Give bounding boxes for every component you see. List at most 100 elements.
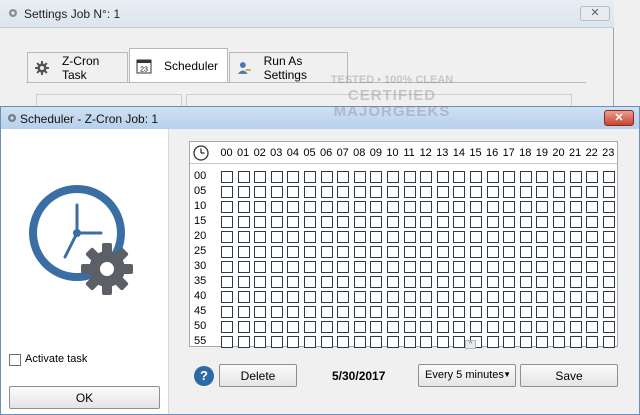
schedule-cell-19-10[interactable] — [536, 201, 549, 213]
schedule-cell-22-45[interactable] — [586, 306, 599, 318]
schedule-cell-23-05[interactable] — [602, 186, 615, 198]
schedule-cell-04-35[interactable] — [287, 276, 300, 288]
schedule-cell-23-00[interactable] — [602, 171, 615, 183]
schedule-cell-05-20[interactable] — [304, 231, 316, 243]
schedule-cell-04-45[interactable] — [287, 306, 300, 318]
schedule-cell-18-30[interactable] — [519, 261, 532, 273]
schedule-cell-03-00[interactable] — [270, 171, 283, 183]
schedule-cell-09-35[interactable] — [370, 276, 383, 288]
tab-z-cron-task[interactable]: Z-Cron Task — [27, 52, 128, 82]
schedule-cell-14-00[interactable] — [453, 171, 466, 183]
schedule-cell-01-00[interactable] — [237, 171, 250, 183]
schedule-cell-22-20[interactable] — [586, 231, 599, 243]
schedule-cell-21-05[interactable] — [569, 186, 582, 198]
schedule-cell-03-40[interactable] — [270, 291, 283, 303]
schedule-cell-11-05[interactable] — [403, 186, 416, 198]
schedule-cell-06-10[interactable] — [320, 201, 333, 213]
schedule-cell-10-50[interactable] — [387, 321, 399, 333]
schedule-cell-01-25[interactable] — [237, 246, 250, 258]
schedule-cell-03-10[interactable] — [270, 201, 283, 213]
schedule-cell-20-50[interactable] — [553, 321, 565, 333]
schedule-cell-23-45[interactable] — [602, 306, 615, 318]
schedule-cell-19-25[interactable] — [536, 246, 549, 258]
schedule-cell-09-05[interactable] — [370, 186, 383, 198]
schedule-cell-21-00[interactable] — [569, 171, 582, 183]
schedule-cell-13-00[interactable] — [436, 171, 449, 183]
schedule-cell-12-15[interactable] — [420, 216, 433, 228]
schedule-cell-21-20[interactable] — [569, 231, 582, 243]
schedule-cell-21-15[interactable] — [569, 216, 582, 228]
schedule-cell-14-15[interactable] — [453, 216, 466, 228]
schedule-cell-23-10[interactable] — [602, 201, 615, 213]
schedule-cell-08-20[interactable] — [353, 231, 366, 243]
schedule-cell-02-20[interactable] — [254, 231, 267, 243]
schedule-cell-16-45[interactable] — [486, 306, 499, 318]
schedule-cell-20-20[interactable] — [553, 231, 565, 243]
schedule-cell-10-05[interactable] — [387, 186, 399, 198]
schedule-cell-02-45[interactable] — [254, 306, 267, 318]
schedule-cell-09-25[interactable] — [370, 246, 383, 258]
schedule-cell-09-50[interactable] — [370, 321, 383, 333]
schedule-cell-21-30[interactable] — [569, 261, 582, 273]
schedule-cell-03-05[interactable] — [270, 186, 283, 198]
schedule-cell-16-40[interactable] — [486, 291, 499, 303]
schedule-cell-06-20[interactable] — [320, 231, 333, 243]
schedule-cell-04-25[interactable] — [287, 246, 300, 258]
schedule-cell-23-55[interactable] — [602, 336, 615, 348]
schedule-cell-01-20[interactable] — [237, 231, 250, 243]
schedule-cell-17-15[interactable] — [503, 216, 516, 228]
schedule-cell-10-45[interactable] — [387, 306, 399, 318]
schedule-cell-00-05[interactable] — [221, 186, 233, 198]
schedule-cell-20-25[interactable] — [553, 246, 565, 258]
schedule-cell-23-30[interactable] — [602, 261, 615, 273]
schedule-cell-15-50[interactable] — [470, 321, 482, 333]
schedule-cell-07-20[interactable] — [337, 231, 350, 243]
schedule-cell-18-20[interactable] — [519, 231, 532, 243]
schedule-cell-19-15[interactable] — [536, 216, 549, 228]
schedule-cell-04-05[interactable] — [287, 186, 300, 198]
schedule-cell-12-10[interactable] — [420, 201, 433, 213]
schedule-cell-13-40[interactable] — [436, 291, 449, 303]
schedule-cell-14-30[interactable] — [453, 261, 466, 273]
schedule-cell-00-35[interactable] — [221, 276, 233, 288]
schedule-cell-14-25[interactable] — [453, 246, 466, 258]
activate-task-checkbox[interactable] — [9, 354, 21, 366]
schedule-cell-12-25[interactable] — [420, 246, 433, 258]
schedule-cell-11-35[interactable] — [403, 276, 416, 288]
schedule-cell-16-35[interactable] — [486, 276, 499, 288]
tab-run-as-settings[interactable]: Run As Settings — [229, 52, 348, 82]
schedule-cell-17-05[interactable] — [503, 186, 516, 198]
schedule-cell-07-05[interactable] — [337, 186, 350, 198]
schedule-cell-00-45[interactable] — [221, 306, 233, 318]
schedule-cell-02-25[interactable] — [254, 246, 267, 258]
schedule-cell-15-20[interactable] — [470, 231, 482, 243]
schedule-cell-14-50[interactable] — [453, 321, 466, 333]
schedule-cell-11-10[interactable] — [403, 201, 416, 213]
schedule-cell-05-05[interactable] — [304, 186, 316, 198]
schedule-cell-19-05[interactable] — [536, 186, 549, 198]
schedule-cell-16-05[interactable] — [486, 186, 499, 198]
schedule-cell-11-20[interactable] — [403, 231, 416, 243]
schedule-cell-03-45[interactable] — [270, 306, 283, 318]
schedule-cell-02-00[interactable] — [254, 171, 267, 183]
schedule-cell-03-35[interactable] — [270, 276, 283, 288]
schedule-cell-10-40[interactable] — [387, 291, 399, 303]
schedule-cell-06-50[interactable] — [320, 321, 333, 333]
schedule-cell-08-15[interactable] — [353, 216, 366, 228]
schedule-cell-18-35[interactable] — [519, 276, 532, 288]
schedule-cell-06-45[interactable] — [320, 306, 333, 318]
schedule-cell-00-30[interactable] — [221, 261, 233, 273]
schedule-cell-14-05[interactable] — [453, 186, 466, 198]
schedule-cell-03-15[interactable] — [270, 216, 283, 228]
delete-button[interactable]: Delete — [219, 364, 297, 387]
schedule-cell-01-15[interactable] — [237, 216, 250, 228]
schedule-cell-05-50[interactable] — [304, 321, 316, 333]
schedule-cell-09-30[interactable] — [370, 261, 383, 273]
schedule-cell-08-45[interactable] — [353, 306, 366, 318]
schedule-cell-09-40[interactable] — [370, 291, 383, 303]
schedule-cell-15-35[interactable] — [470, 276, 482, 288]
schedule-cell-08-25[interactable] — [353, 246, 366, 258]
schedule-cell-23-50[interactable] — [602, 321, 615, 333]
schedule-cell-22-15[interactable] — [586, 216, 599, 228]
schedule-cell-10-20[interactable] — [387, 231, 399, 243]
